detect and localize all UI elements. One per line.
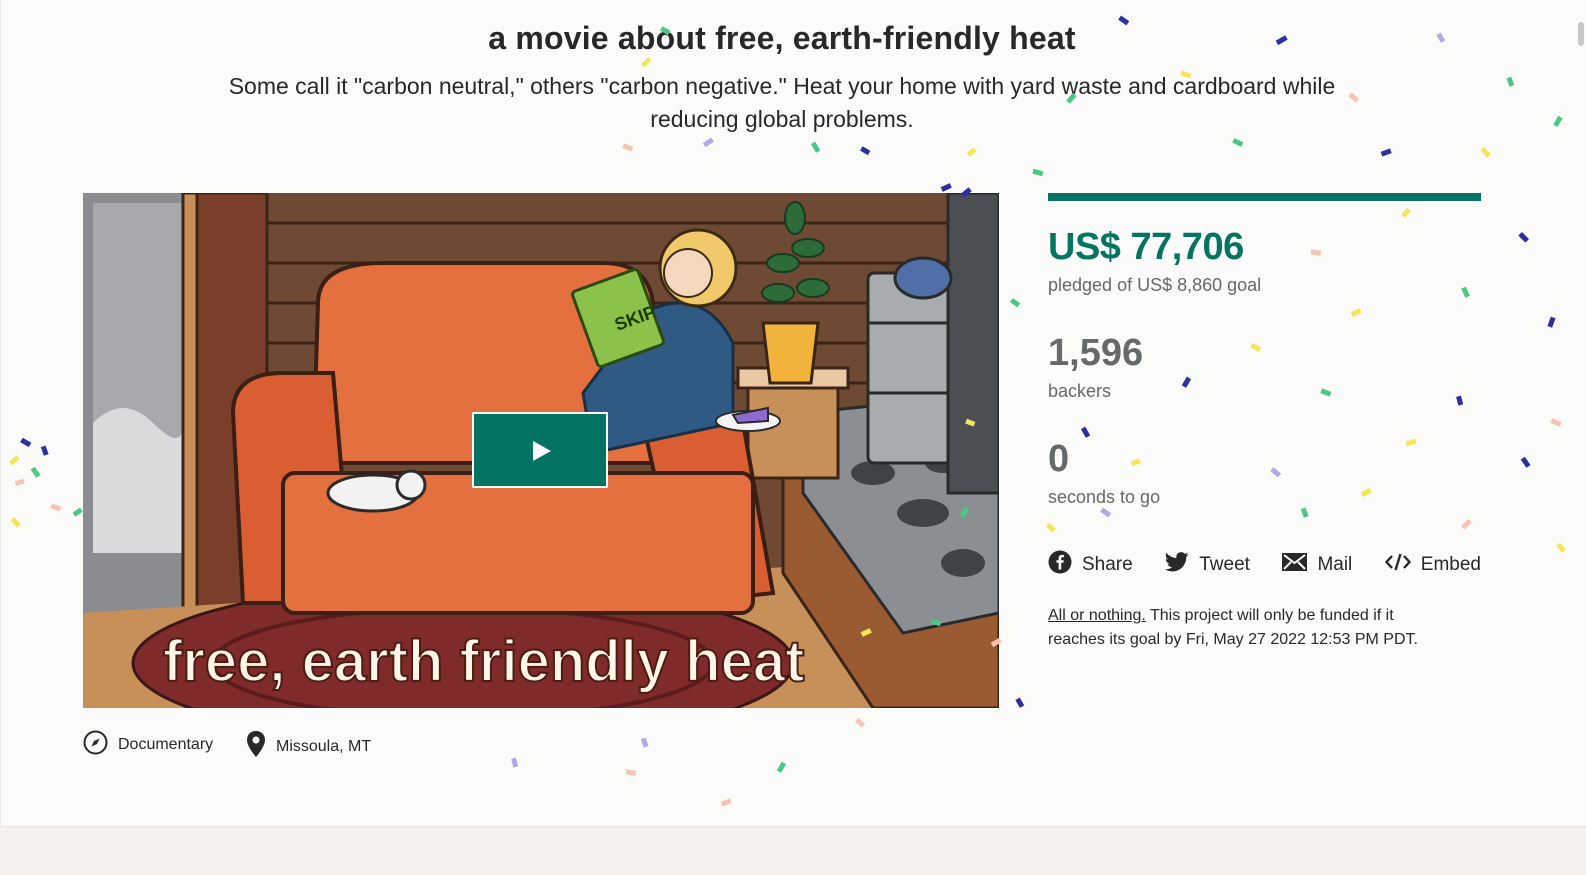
mail-button[interactable]: Mail: [1282, 553, 1352, 577]
footer-band: [0, 826, 1586, 875]
tweet-label: Tweet: [1199, 554, 1250, 575]
time-remaining-count: 0: [1048, 438, 1070, 480]
all-or-nothing-link[interactable]: All or nothing.: [1048, 607, 1146, 624]
funding-progress-fill: [1048, 193, 1481, 201]
mail-icon: [1282, 553, 1308, 577]
project-blurb: Some call it "carbon neutral," others "c…: [228, 73, 1336, 132]
category-link[interactable]: Documentary: [83, 730, 213, 760]
project-title: a movie about free, earth-friendly heat: [488, 20, 1076, 56]
share-label: Share: [1082, 554, 1133, 575]
scrollbar[interactable]: [1568, 0, 1586, 826]
compass-icon: [83, 730, 108, 760]
pledged-amount: US$ 77,706: [1048, 226, 1244, 268]
play-video-button[interactable]: [472, 412, 608, 488]
pledged-goal-label: pledged of US$ 8,860 goal: [1048, 275, 1262, 295]
time-remaining-label: seconds to go: [1048, 487, 1161, 507]
category-label: Documentary: [118, 736, 214, 753]
location-label: Missoula, MT: [276, 737, 372, 755]
play-icon: [533, 441, 551, 461]
mail-label: Mail: [1317, 554, 1353, 575]
share-facebook-button[interactable]: Share: [1048, 550, 1133, 580]
twitter-icon: [1165, 552, 1189, 578]
facebook-icon: [1048, 550, 1072, 580]
backers-count: 1,596: [1048, 332, 1144, 374]
share-bar: Share Tweet Mail Embed: [1048, 550, 1481, 580]
embed-button[interactable]: Embed: [1384, 553, 1481, 577]
tweet-button[interactable]: Tweet: [1165, 552, 1250, 578]
backers-label: backers: [1048, 381, 1112, 401]
location-link[interactable]: Missoula, MT: [246, 730, 371, 763]
embed-label: Embed: [1420, 554, 1481, 575]
funding-progress-bar: [1048, 193, 1481, 201]
map-pin-icon: [246, 730, 266, 763]
video-caption: free, earth friendly heat: [163, 629, 804, 694]
code-icon: [1384, 553, 1411, 577]
project-page: a movie about free, earth-friendly heat …: [0, 0, 1586, 826]
scrollbar-thumb[interactable]: [1578, 22, 1584, 46]
funding-model-note: All or nothing. This project will only b…: [1048, 604, 1448, 652]
